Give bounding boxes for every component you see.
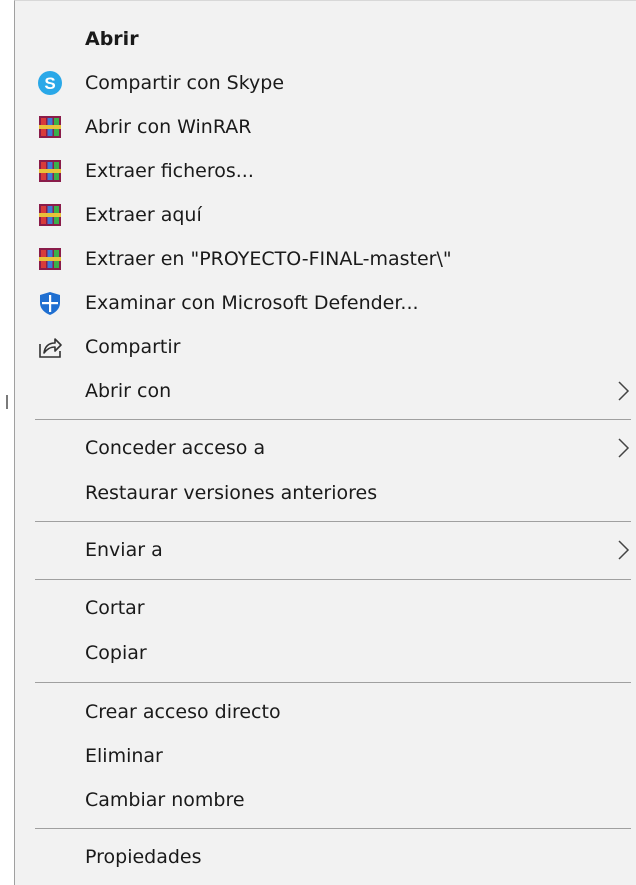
menu-separator: [35, 682, 631, 683]
menu-item-label: Restaurar versiones anteriores: [85, 482, 378, 504]
menu-item-send-to[interactable]: Enviar a: [15, 527, 636, 573]
menu-item-label: Crear acceso directo: [85, 701, 281, 723]
menu-item-label: Examinar con Microsoft Defender...: [85, 292, 419, 314]
chevron-right-icon: [616, 380, 630, 402]
svg-text:S: S: [44, 74, 55, 93]
menu-item-label: Extraer aquí: [85, 204, 202, 226]
menu-item-label: Cortar: [85, 597, 145, 619]
menu-item-restore-versions[interactable]: Restaurar versiones anteriores: [15, 470, 636, 516]
menu-item-copy[interactable]: Copiar: [15, 630, 636, 676]
menu-item-label: Eliminar: [85, 745, 163, 767]
menu-item-label: Cambiar nombre: [85, 789, 245, 811]
menu-item-extract-here[interactable]: Extraer aquí: [15, 192, 636, 238]
menu-item-label: Abrir: [85, 28, 139, 50]
menu-item-label: Copiar: [85, 642, 147, 664]
winrar-icon: [37, 158, 63, 184]
menu-item-defender-scan[interactable]: Examinar con Microsoft Defender...: [15, 280, 636, 326]
menu-item-create-shortcut[interactable]: Crear acceso directo: [15, 689, 636, 735]
menu-separator: [35, 521, 631, 522]
menu-item-open-winrar[interactable]: Abrir con WinRAR: [15, 104, 636, 150]
menu-item-label: Enviar a: [85, 539, 163, 561]
menu-item-label: Compartir con Skype: [85, 72, 285, 94]
winrar-icon: [37, 246, 63, 272]
menu-item-label: Extraer en "PROYECTO-FINAL-master\": [85, 248, 452, 270]
menu-item-share-skype[interactable]: S Compartir con Skype: [15, 60, 636, 106]
menu-item-give-access[interactable]: Conceder acceso a: [15, 425, 636, 471]
menu-item-rename[interactable]: Cambiar nombre: [15, 777, 636, 823]
skype-icon: S: [37, 70, 63, 96]
menu-item-extract-to[interactable]: Extraer en "PROYECTO-FINAL-master\": [15, 236, 636, 282]
menu-separator: [35, 828, 631, 829]
menu-item-extract-files[interactable]: Extraer ficheros...: [15, 148, 636, 194]
menu-item-cut[interactable]: Cortar: [15, 585, 636, 631]
chevron-right-icon: [616, 437, 630, 459]
menu-item-label: Compartir: [85, 336, 181, 358]
winrar-icon: [37, 202, 63, 228]
menu-item-label: Propiedades: [85, 846, 202, 868]
chevron-right-icon: [616, 539, 630, 561]
menu-item-properties[interactable]: Propiedades: [15, 834, 636, 880]
menu-item-label: Abrir con: [85, 380, 172, 402]
menu-item-label: Abrir con WinRAR: [85, 116, 252, 138]
share-icon: [37, 334, 63, 360]
context-menu: Abrir S Compartir con Skype Abrir con Wi…: [14, 0, 636, 885]
menu-item-label: Conceder acceso a: [85, 437, 266, 459]
desktop-edge-mark: [6, 395, 8, 409]
menu-item-open-with[interactable]: Abrir con: [15, 368, 636, 414]
menu-separator: [35, 579, 631, 580]
menu-item-delete[interactable]: Eliminar: [15, 733, 636, 779]
menu-separator: [35, 419, 631, 420]
winrar-icon: [37, 114, 63, 140]
menu-item-share[interactable]: Compartir: [15, 324, 636, 370]
menu-item-label: Extraer ficheros...: [85, 160, 254, 182]
menu-item-open[interactable]: Abrir: [15, 16, 636, 62]
defender-shield-icon: [37, 290, 63, 316]
